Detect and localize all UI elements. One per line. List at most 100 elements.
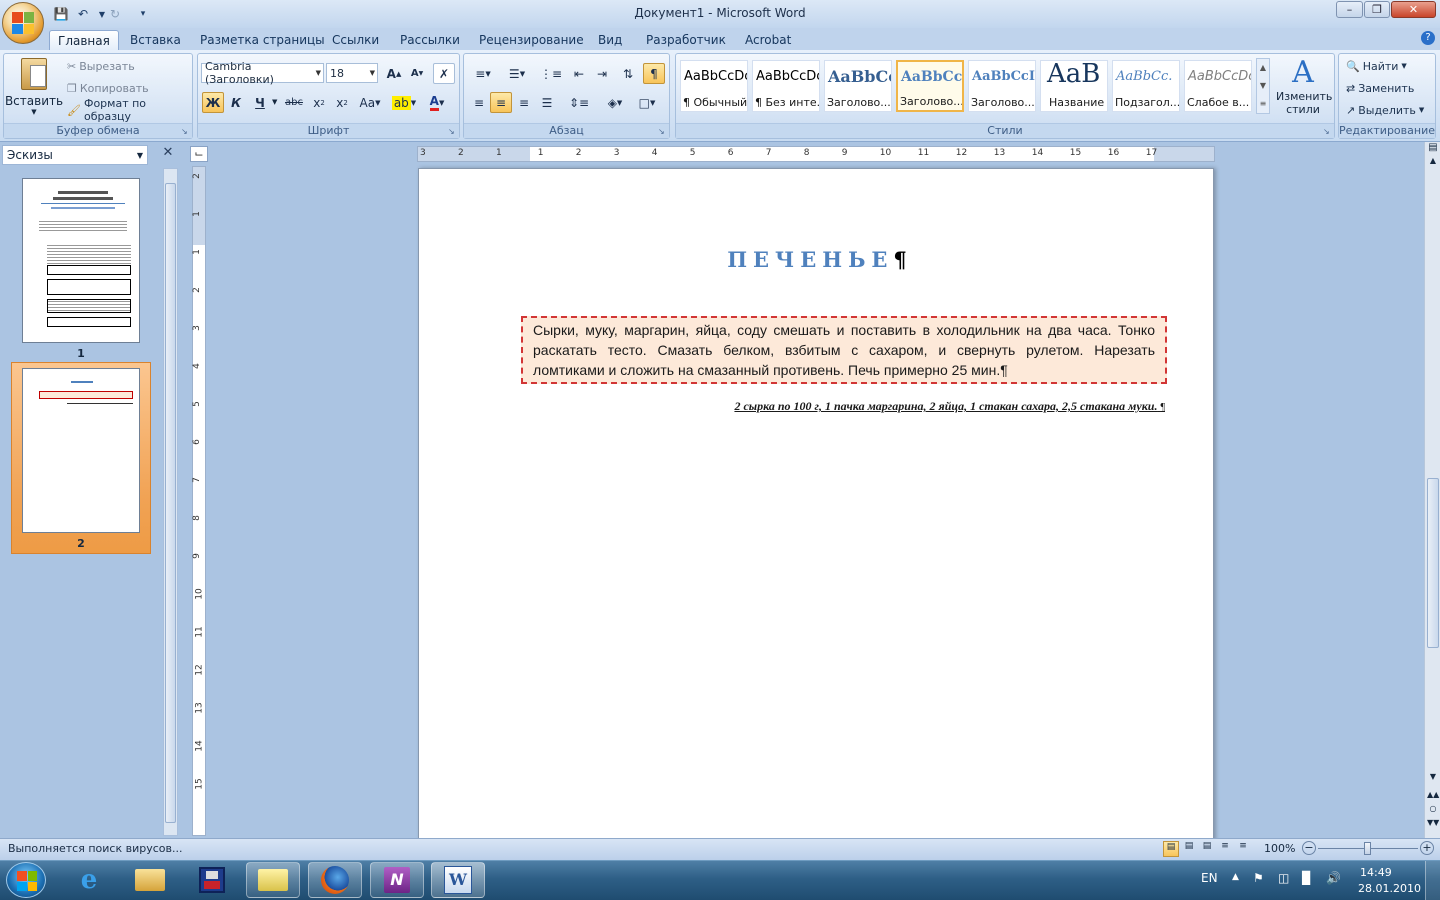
style-title[interactable]: AaB Название [1040, 60, 1108, 112]
tab-mailings[interactable]: Рассылки [392, 30, 468, 50]
paste-button[interactable]: Вставить ▼ [5, 58, 63, 118]
justify-icon[interactable]: ☰ [536, 92, 558, 113]
format-painter-button[interactable]: 🖌 Формат по образцу [64, 97, 192, 123]
highlight-icon[interactable]: ab ▼ [390, 92, 418, 113]
zoom-in-icon[interactable]: + [1420, 841, 1434, 855]
tab-review[interactable]: Рецензирование [471, 30, 592, 50]
language-indicator[interactable]: EN [1201, 871, 1218, 885]
browse-object-icon[interactable]: ○ [1427, 804, 1439, 816]
tab-view[interactable]: Вид [590, 30, 630, 50]
redo-icon[interactable]: ↻ [106, 5, 124, 23]
flag-icon[interactable]: ⚑ [1253, 871, 1264, 885]
clear-format-icon[interactable]: ✗ [433, 63, 455, 84]
page-thumbnail-1[interactable] [22, 178, 140, 343]
tab-references[interactable]: Ссылки [324, 30, 387, 50]
tab-page-layout[interactable]: Разметка страницы [192, 30, 333, 50]
document-page[interactable]: ПЕЧЕНЬЕ¶ Сырки, муку, маргарин, яйца, со… [418, 168, 1214, 848]
minimize-button[interactable]: – [1336, 1, 1363, 18]
subscript-icon[interactable]: x2 [308, 92, 330, 113]
font-name-combo[interactable]: Cambria (Заголовки) ▼ [201, 60, 324, 86]
align-right-icon[interactable]: ≡ [513, 92, 535, 113]
clock-date[interactable]: 28.01.2010 [1358, 882, 1421, 895]
next-page-icon[interactable]: ▼▼ [1427, 818, 1439, 830]
cut-button[interactable]: ✂ Вырезать [64, 56, 138, 76]
grow-font-icon[interactable]: A ▲ [383, 63, 405, 84]
styles-scroll[interactable]: ▲ ▼ ≡ [1256, 58, 1270, 114]
onenote-taskbar-button[interactable]: N [370, 862, 424, 898]
horizontal-ruler[interactable]: 3 2 1 1 2 3 4 5 6 7 8 9 10 11 12 13 14 15 16 17 [417, 146, 1215, 162]
network-icon[interactable]: ▉ [1302, 871, 1311, 885]
firefox-taskbar-button[interactable] [308, 862, 362, 898]
bullets-icon[interactable]: ≡ ▼ [468, 63, 498, 84]
superscript-icon[interactable]: x2 [331, 92, 353, 113]
find-button[interactable]: 🔍 Найти ▼ [1343, 56, 1410, 76]
tab-acrobat[interactable]: Acrobat [737, 30, 799, 50]
folder-taskbar-button[interactable] [246, 862, 300, 898]
volume-icon[interactable]: 🔊 [1326, 871, 1341, 885]
zoom-slider-thumb[interactable] [1364, 842, 1371, 855]
shading-icon[interactable]: ◈ ▼ [600, 92, 630, 113]
increase-indent-icon[interactable]: ⇥ [591, 63, 613, 84]
underline-button[interactable]: Ч [249, 92, 271, 113]
scroll-up-icon[interactable]: ▲ [1427, 156, 1439, 168]
document-heading[interactable]: ПЕЧЕНЬЕ¶ [419, 247, 1215, 272]
scroll-thumb[interactable] [1427, 478, 1439, 648]
paste-dropdown-icon[interactable]: ▼ [31, 108, 36, 116]
style-subtle-emphasis[interactable]: AaBbCcDc Слабое в... [1184, 60, 1252, 112]
show-hidden-icons-icon[interactable]: ▲ [1232, 872, 1239, 882]
restore-button[interactable]: ❐ [1364, 1, 1390, 18]
sort-icon[interactable]: ⇅ [617, 63, 639, 84]
style-normal[interactable]: AaBbCcDc ¶ Обычный [680, 60, 748, 112]
recipe-paragraph[interactable]: Сырки, муку, маргарин, яйца, соду смешат… [521, 316, 1167, 384]
start-button[interactable] [6, 862, 46, 898]
bold-button[interactable]: Ж [202, 92, 224, 113]
show-desktop-button[interactable] [1425, 861, 1440, 900]
styles-launcher-icon[interactable]: ↘ [1323, 127, 1332, 136]
ie-taskbar-button[interactable]: e [62, 862, 116, 898]
shrink-font-icon[interactable]: A ▼ [406, 63, 428, 84]
style-subtitle[interactable]: AaBbCc. Подзагол... [1112, 60, 1180, 112]
tab-developer[interactable]: Разработчик [638, 30, 734, 50]
font-launcher-icon[interactable]: ↘ [448, 127, 457, 136]
change-styles-button[interactable]: A Изменить стили [1274, 56, 1332, 120]
close-button[interactable]: ✕ [1391, 1, 1436, 18]
page-thumbnail-2[interactable] [22, 368, 140, 533]
tab-insert[interactable]: Вставка [122, 30, 189, 50]
save-icon[interactable]: 💾 [52, 5, 70, 23]
borders-icon[interactable]: □ ▼ [632, 92, 662, 113]
close-pane-icon[interactable]: ✕ [160, 145, 176, 163]
select-button[interactable]: ↗ Выделить ▼ [1343, 100, 1427, 120]
pane-scrollbar[interactable] [163, 168, 178, 836]
multilevel-list-icon[interactable]: ⋮≡ [536, 63, 566, 84]
device-icon[interactable]: ◫ [1278, 871, 1289, 885]
decrease-indent-icon[interactable]: ⇤ [568, 63, 590, 84]
vertical-scrollbar[interactable]: ▤ ▲ ▼ ▲▲ ○ ▼▼ [1424, 142, 1440, 838]
draft-icon[interactable]: ≡ [1235, 841, 1251, 857]
copy-button[interactable]: ❐ Копировать [64, 78, 152, 98]
ruler-toggle-icon[interactable]: ▤ [1427, 142, 1439, 154]
style-heading3[interactable]: AaBbCcI Заголово... [968, 60, 1036, 112]
align-center-icon[interactable]: ≡ [490, 92, 512, 113]
previous-page-icon[interactable]: ▲▲ [1427, 790, 1439, 802]
replace-button[interactable]: ⇄ Заменить [1343, 78, 1417, 98]
full-screen-reading-icon[interactable]: ▤ [1181, 841, 1197, 857]
customize-qat-icon[interactable]: ▾ [134, 5, 152, 23]
tab-home[interactable]: Главная [49, 30, 119, 50]
numbering-icon[interactable]: ☰ ▼ [502, 63, 532, 84]
font-color-icon[interactable]: A ▼ [423, 92, 451, 113]
paragraph-launcher-icon[interactable]: ↘ [658, 127, 667, 136]
undo-icon[interactable]: ↶ [74, 5, 92, 23]
strikethrough-icon[interactable]: abc [283, 92, 305, 113]
clock-time[interactable]: 14:49 [1360, 866, 1392, 879]
thumbnails-dropdown[interactable]: Эскизы ▼ [2, 145, 148, 165]
italic-button[interactable]: К [225, 92, 247, 113]
clipboard-launcher-icon[interactable]: ↘ [181, 127, 190, 136]
align-left-icon[interactable]: ≡ [468, 92, 490, 113]
line-spacing-icon[interactable]: ⇕≡ [564, 92, 594, 113]
show-formatting-icon[interactable]: ¶ [643, 63, 665, 84]
style-heading2[interactable]: AaBbCc Заголово... [896, 60, 964, 112]
save-app-taskbar-button[interactable] [185, 862, 239, 898]
vertical-ruler[interactable]: 2 1 1 2 3 4 5 6 7 8 9 10 11 12 13 14 15 [192, 166, 206, 836]
ingredients-line[interactable]: 2 сырка по 100 г, 1 пачка маргарина, 2 я… [659, 399, 1165, 414]
scroll-down-icon[interactable]: ▼ [1427, 772, 1439, 784]
